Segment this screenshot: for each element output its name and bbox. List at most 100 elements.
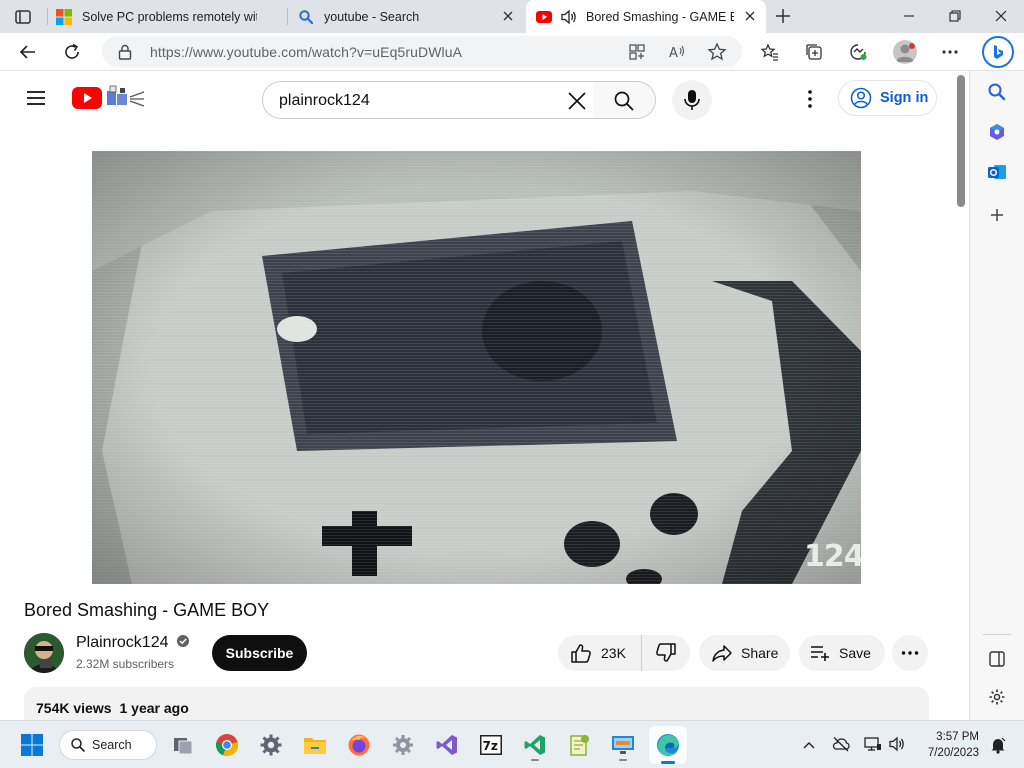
add-to-playlist-icon xyxy=(809,642,831,664)
microsoft-logo-icon xyxy=(56,8,72,25)
channel-avatar[interactable] xyxy=(24,633,64,673)
browser-toolbar: https://www.youtube.com/watch?v=uEq5ruDW… xyxy=(0,33,1024,71)
voice-search-button[interactable] xyxy=(672,80,712,120)
hide-sidebar-icon[interactable] xyxy=(988,650,1006,668)
clock[interactable]: 3:57 PM 7/20/2023 xyxy=(915,729,979,761)
channel-name[interactable]: Plainrock124 xyxy=(76,634,190,652)
audio-playing-icon[interactable] xyxy=(560,9,578,25)
search-icon xyxy=(613,90,635,112)
start-button[interactable] xyxy=(16,729,48,761)
volume-icon[interactable] xyxy=(888,736,906,752)
visual-studio-icon[interactable] xyxy=(431,729,463,761)
favorite-star-icon[interactable] xyxy=(707,42,727,62)
minimize-icon[interactable] xyxy=(901,8,917,24)
system-tool-gear-icon[interactable] xyxy=(387,729,419,761)
outlook-icon[interactable] xyxy=(987,162,1007,182)
tab-youtube-search[interactable]: youtube - Search xyxy=(298,0,524,33)
more-actions-button[interactable] xyxy=(892,635,928,671)
svg-text:7z: 7z xyxy=(483,739,498,753)
save-button[interactable]: Save xyxy=(799,635,885,671)
task-view-icon[interactable] xyxy=(167,729,199,761)
cloud-sync-icon[interactable] xyxy=(832,736,850,752)
subscribe-button[interactable]: Subscribe xyxy=(212,635,307,671)
edge-taskbar-icon[interactable] xyxy=(649,726,687,764)
new-tab-icon[interactable] xyxy=(774,7,792,25)
browser-essentials-icon[interactable] xyxy=(848,42,868,62)
svg-text:A: A xyxy=(669,46,678,61)
guide-menu-icon[interactable] xyxy=(26,90,46,106)
clear-search-icon[interactable] xyxy=(566,90,588,112)
show-hidden-icons-chevron-icon[interactable] xyxy=(802,738,816,752)
firefox-icon[interactable] xyxy=(343,729,375,761)
read-aloud-icon[interactable]: A xyxy=(668,43,686,61)
refresh-icon[interactable] xyxy=(62,42,82,62)
settings-more-icon[interactable] xyxy=(940,42,960,62)
favorites-icon[interactable] xyxy=(760,42,780,62)
url-text: https://www.youtube.com/watch?v=uEq5ruDW… xyxy=(150,44,463,60)
running-indicator xyxy=(531,759,539,761)
add-sidebar-app-icon[interactable] xyxy=(989,207,1005,223)
share-icon xyxy=(711,642,733,664)
settings-gear-icon[interactable] xyxy=(255,729,287,761)
profile-avatar[interactable] xyxy=(893,40,917,64)
youtube-logo[interactable] xyxy=(72,87,102,109)
notifications-icon[interactable] xyxy=(989,736,1007,754)
like-button[interactable]: 23K xyxy=(558,635,642,671)
sidebar-settings-icon[interactable] xyxy=(988,688,1006,706)
app-available-icon[interactable] xyxy=(628,43,646,61)
view-count: 754K views xyxy=(36,700,112,716)
upload-age: 1 year ago xyxy=(119,700,189,716)
7zip-icon[interactable]: 7z xyxy=(475,729,507,761)
thumbs-up-icon xyxy=(570,642,592,664)
sidebar-search-icon[interactable] xyxy=(987,82,1007,102)
search-icon xyxy=(298,9,314,25)
tab-title: Bored Smashing - GAME BC xyxy=(586,9,734,24)
file-explorer-icon[interactable] xyxy=(299,729,331,761)
close-tab-icon[interactable] xyxy=(742,8,758,24)
tab-solve-pc[interactable]: Solve PC problems remotely with xyxy=(56,0,286,33)
taskbar-search[interactable]: Search xyxy=(59,730,157,760)
video-player[interactable]: 124 xyxy=(92,151,861,584)
tab-separator xyxy=(287,8,288,25)
like-dislike-group: 23K xyxy=(558,635,690,671)
share-button[interactable]: Share xyxy=(699,635,790,671)
close-tab-icon[interactable] xyxy=(500,8,516,24)
subscriber-count: 2.32M subscribers xyxy=(76,657,175,671)
sign-in-button[interactable]: Sign in xyxy=(838,80,937,116)
collections-icon[interactable] xyxy=(804,42,824,62)
search-button[interactable] xyxy=(593,81,656,119)
close-window-icon[interactable] xyxy=(993,8,1009,24)
address-bar[interactable]: https://www.youtube.com/watch?v=uEq5ruDW… xyxy=(102,36,742,67)
remote-desktop-icon[interactable] xyxy=(607,729,639,761)
tab-actions-icon[interactable] xyxy=(14,8,32,26)
network-icon[interactable] xyxy=(864,736,882,752)
settings-more-vertical-icon[interactable] xyxy=(800,88,820,110)
dislike-button[interactable] xyxy=(642,635,690,671)
back-icon[interactable] xyxy=(18,42,38,62)
search-input[interactable]: plainrock124 xyxy=(262,81,594,119)
edge-sidebar xyxy=(969,71,1024,720)
tab-title: youtube - Search xyxy=(324,9,420,24)
bing-copilot-icon[interactable] xyxy=(982,36,1014,68)
description-meta: 754K views 1 year ago xyxy=(36,700,189,716)
tab-bored-smashing[interactable]: Bored Smashing - GAME BC xyxy=(526,0,766,33)
video-frame xyxy=(92,151,861,584)
windows-taskbar: Search 7z 3:57 PM 7/20/2023 xyxy=(0,720,1024,768)
lock-icon[interactable] xyxy=(118,44,132,60)
channel-name-text: Plainrock124 xyxy=(76,634,169,651)
youtube-icon xyxy=(536,9,552,25)
sign-in-label: Sign in xyxy=(880,90,929,106)
clock-date: 7/20/2023 xyxy=(927,747,979,759)
chrome-icon[interactable] xyxy=(211,729,243,761)
sidebar-tools-icon[interactable] xyxy=(987,122,1007,142)
description-box[interactable]: 754K views 1 year ago xyxy=(24,687,929,720)
taskbar-search-label: Search xyxy=(92,738,132,752)
restore-icon[interactable] xyxy=(947,8,963,24)
notepad-plus-icon[interactable] xyxy=(563,729,595,761)
active-indicator xyxy=(661,761,675,764)
vscode-icon[interactable] xyxy=(519,729,551,761)
page-scrollbar[interactable] xyxy=(957,75,965,207)
verified-badge-icon xyxy=(176,634,190,648)
tab-strip: Solve PC problems remotely with youtube … xyxy=(0,0,1024,33)
tab-separator xyxy=(47,8,48,25)
